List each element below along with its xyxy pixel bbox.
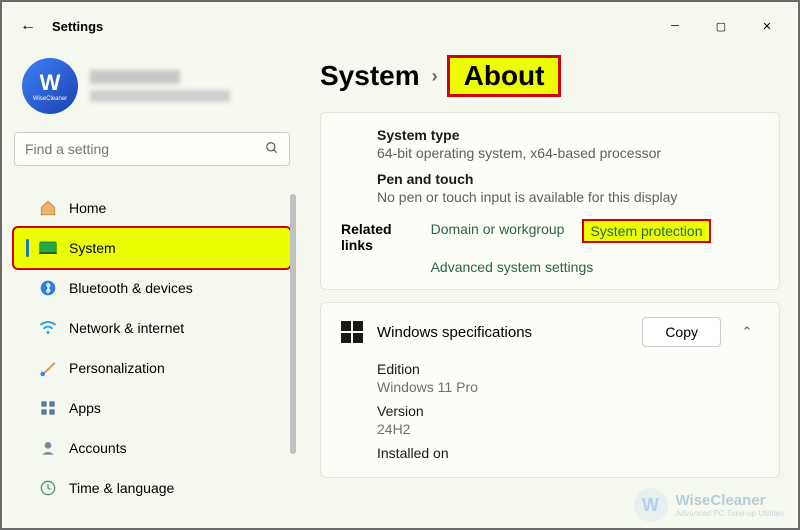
watermark: W WiseCleaner Advanced PC Tune-up Utilit… <box>634 488 785 522</box>
nav-label: Personalization <box>69 360 165 376</box>
main: System › About System type 64-bit operat… <box>302 50 798 528</box>
link-advanced-settings[interactable]: Advanced system settings <box>431 259 594 275</box>
nav-label: Home <box>69 200 106 216</box>
chevron-up-icon[interactable]: ⌃ <box>735 324 759 340</box>
titlebar: ← Settings ─ ▢ ✕ <box>2 2 798 50</box>
installed-label: Installed on <box>377 445 759 461</box>
nav-label: System <box>69 240 116 256</box>
link-system-protection[interactable]: System protection <box>584 221 708 241</box>
avatar: W WiseCleaner <box>22 58 78 114</box>
search-input[interactable] <box>25 141 265 157</box>
sidebar-item-accounts[interactable]: Accounts <box>14 428 290 468</box>
search-icon <box>265 141 279 158</box>
chevron-right-icon: › <box>432 66 438 87</box>
breadcrumb: System › About <box>320 58 780 94</box>
related-links: Related links Domain or workgroup System… <box>341 215 759 275</box>
nav-label: Time & language <box>69 480 174 496</box>
pen-touch-label: Pen and touch <box>377 171 759 187</box>
nav-label: Apps <box>69 400 101 416</box>
sidebar-item-bluetooth[interactable]: Bluetooth & devices <box>14 268 290 308</box>
watermark-tag: Advanced PC Tune-up Utilities <box>676 509 785 518</box>
system-icon <box>39 239 57 257</box>
sidebar: W WiseCleaner Home System <box>2 50 302 528</box>
bluetooth-icon <box>39 279 57 297</box>
close-button[interactable]: ✕ <box>744 10 790 42</box>
wifi-icon <box>39 319 57 337</box>
sidebar-item-network[interactable]: Network & internet <box>14 308 290 348</box>
sidebar-item-apps[interactable]: Apps <box>14 388 290 428</box>
specs-title: Windows specifications <box>377 324 628 341</box>
user-icon <box>39 439 57 457</box>
sidebar-item-system[interactable]: System <box>14 228 290 268</box>
device-card: System type 64-bit operating system, x64… <box>320 112 780 290</box>
sidebar-item-home[interactable]: Home <box>14 188 290 228</box>
nav: Home System Bluetooth & devices Network … <box>14 188 290 508</box>
system-type-value: 64-bit operating system, x64-based proce… <box>377 145 759 161</box>
profile[interactable]: W WiseCleaner <box>14 50 290 132</box>
pen-touch-value: No pen or touch input is available for t… <box>377 189 759 205</box>
version-value: 24H2 <box>377 421 759 437</box>
back-button[interactable]: ← <box>10 17 46 35</box>
clock-icon <box>39 479 57 497</box>
windows-specs-card: Windows specifications Copy ⌃ Edition Wi… <box>320 302 780 478</box>
watermark-name: WiseCleaner <box>676 492 785 509</box>
breadcrumb-root[interactable]: System <box>320 60 420 92</box>
home-icon <box>39 199 57 217</box>
windows-icon <box>341 321 363 343</box>
nav-label: Accounts <box>69 440 127 456</box>
sidebar-item-personalization[interactable]: Personalization <box>14 348 290 388</box>
search-box[interactable] <box>14 132 290 166</box>
nav-label: Network & internet <box>69 320 184 336</box>
version-label: Version <box>377 403 759 419</box>
window-title: Settings <box>52 19 103 34</box>
copy-button[interactable]: Copy <box>642 317 721 347</box>
sidebar-scrollbar[interactable] <box>290 194 296 454</box>
apps-icon <box>39 399 57 417</box>
maximize-button[interactable]: ▢ <box>698 10 744 42</box>
brush-icon <box>39 359 57 377</box>
minimize-button[interactable]: ─ <box>652 10 698 42</box>
edition-label: Edition <box>377 361 759 377</box>
profile-text <box>90 70 230 102</box>
related-label: Related links <box>341 221 403 253</box>
breadcrumb-current: About <box>450 58 559 94</box>
system-type-label: System type <box>377 127 759 143</box>
link-domain-workgroup[interactable]: Domain or workgroup <box>431 221 565 241</box>
watermark-icon: W <box>634 488 668 522</box>
edition-value: Windows 11 Pro <box>377 379 759 395</box>
sidebar-item-time[interactable]: Time & language <box>14 468 290 508</box>
nav-label: Bluetooth & devices <box>69 280 193 296</box>
